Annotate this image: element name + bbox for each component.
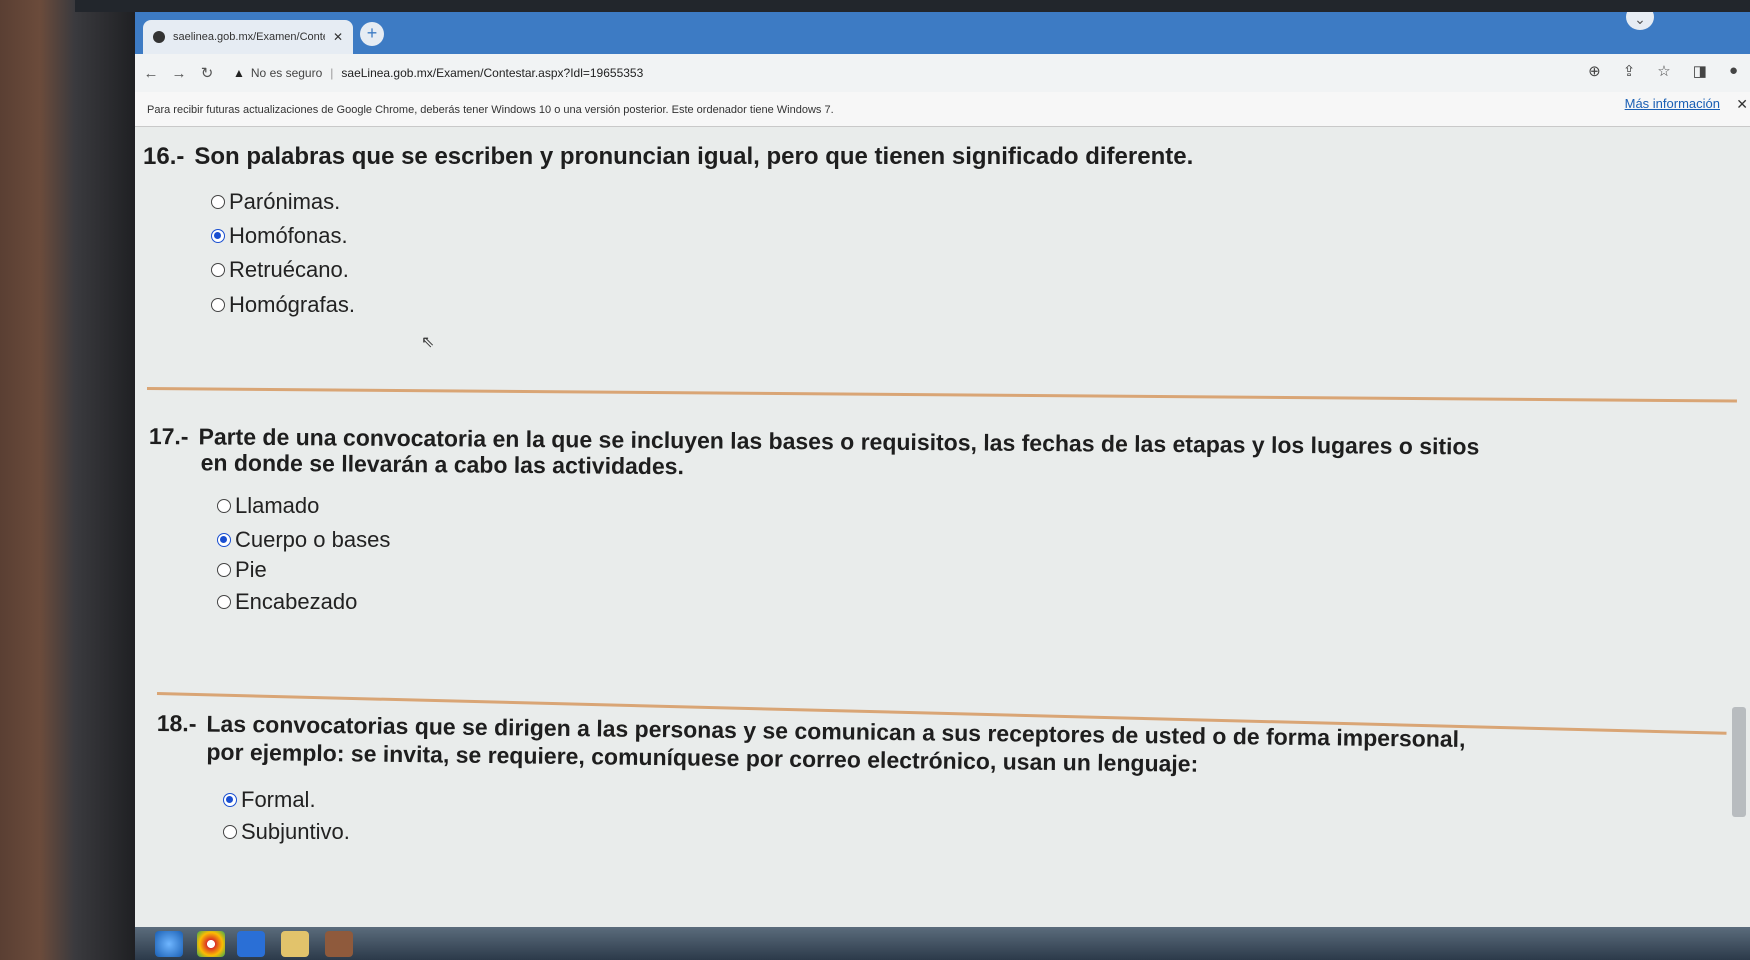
chevron-down-icon[interactable]: ⌄	[1626, 12, 1654, 30]
option-llamado[interactable]: Llamado	[217, 493, 319, 519]
question-text: Son palabras que se escriben y pronuncia…	[194, 143, 1194, 170]
insecure-label: No es seguro	[250, 66, 323, 80]
question-number: 16.-	[143, 143, 185, 170]
address-separator: |	[330, 66, 334, 80]
windows-taskbar	[135, 927, 1750, 960]
address-bar-url[interactable]: saeLinea.gob.mx/Examen/Contestar.aspx?Id…	[341, 66, 643, 80]
monitor-bezel-top	[75, 0, 1750, 12]
tab-title: saelinea.gob.mx/Examen/Conte	[173, 31, 325, 43]
option-cuerpo-o-bases[interactable]: Cuerpo o bases	[217, 527, 390, 553]
radio-button[interactable]	[211, 298, 225, 312]
question-divider	[146, 387, 1737, 403]
radio-button-selected[interactable]	[211, 229, 225, 243]
exam-page: 16.- Son palabras que se escriben y pronu…	[135, 127, 1750, 960]
reload-icon[interactable]: ↻	[195, 64, 219, 82]
option-label: Formal.	[241, 787, 316, 812]
start-icon[interactable]	[155, 931, 183, 957]
internet-explorer-icon[interactable]	[237, 931, 265, 957]
option-encabezado[interactable]: Encabezado	[217, 589, 357, 615]
star-icon[interactable]: ☆	[1657, 62, 1670, 80]
option-pie[interactable]: Pie	[217, 557, 267, 583]
folder-icon[interactable]	[281, 931, 309, 957]
arrow-right-icon[interactable]: →	[167, 65, 191, 82]
option-label: Llamado	[235, 493, 320, 518]
warning-icon: ▲	[233, 66, 245, 80]
radio-button-selected[interactable]	[223, 793, 237, 807]
chrome-icon[interactable]	[197, 931, 225, 957]
radio-button[interactable]	[223, 825, 237, 839]
browser-window: saelinea.gob.mx/Examen/Conte ✕ + ⌄ ← → ↻…	[135, 12, 1750, 960]
option-label: Homófonas.	[229, 223, 348, 248]
radio-button-selected[interactable]	[217, 533, 231, 547]
option-retruecano[interactable]: Retruécano.	[211, 257, 349, 283]
question-text-line2: en donde se llevarán a cabo las activida…	[200, 449, 684, 480]
question-number: 18.-	[156, 709, 197, 737]
option-label: Pie	[235, 557, 267, 582]
question-16-title: 16.- Son palabras que se escriben y pronu…	[143, 143, 1193, 171]
radio-button[interactable]	[217, 595, 231, 609]
arrow-left-icon[interactable]: ←	[139, 65, 163, 82]
option-paronimas[interactable]: Parónimas.	[211, 189, 340, 215]
browser-titlebar: saelinea.gob.mx/Examen/Conte ✕ + ⌄	[135, 12, 1750, 54]
plus-icon[interactable]: +	[360, 22, 384, 46]
option-subjuntivo[interactable]: Subjuntivo.	[223, 819, 350, 845]
media-icon[interactable]	[325, 931, 353, 957]
monitor-bezel-left	[0, 0, 135, 960]
option-label: Homógrafas.	[229, 292, 355, 317]
update-infobar: Para recibir futuras actualizaciones de …	[135, 92, 1750, 127]
option-label: Parónimas.	[229, 189, 341, 214]
sidebar-icon[interactable]: ◨	[1693, 62, 1707, 80]
radio-button[interactable]	[211, 195, 225, 209]
option-label: Retruécano.	[229, 257, 349, 282]
close-icon[interactable]: ✕	[1736, 96, 1748, 113]
globe-icon	[153, 31, 165, 43]
infobar-message: Para recibir futuras actualizaciones de …	[147, 104, 834, 116]
option-homofonas[interactable]: Homófonas.	[211, 223, 348, 249]
radio-button[interactable]	[211, 263, 225, 277]
infobar-more-info-link[interactable]: Más información	[1625, 96, 1720, 111]
option-label: Subjuntivo.	[241, 819, 350, 844]
browser-toolbar: ← → ↻ ▲ No es seguro | saeLinea.gob.mx/E…	[135, 54, 1750, 92]
zoom-icon[interactable]: ⊕	[1588, 62, 1601, 80]
browser-tab[interactable]: saelinea.gob.mx/Examen/Conte ✕	[143, 20, 353, 54]
mouse-cursor-icon: ⇖	[421, 334, 435, 351]
radio-button[interactable]	[217, 563, 231, 577]
option-label: Cuerpo o bases	[235, 527, 391, 552]
page-scrollbar[interactable]	[1732, 707, 1746, 817]
question-17-title: 17.- Parte de una convocatoria en la que …	[149, 423, 1480, 485]
profile-icon[interactable]: ●	[1729, 62, 1738, 80]
share-icon[interactable]: ⇪	[1623, 62, 1636, 80]
tab-close-icon[interactable]: ✕	[333, 30, 343, 44]
option-formal[interactable]: Formal.	[223, 787, 316, 813]
option-label: Encabezado	[235, 589, 358, 614]
option-homografas[interactable]: Homógrafas.	[211, 292, 355, 318]
question-number: 17.-	[148, 423, 189, 450]
security-indicator[interactable]: ▲ No es seguro	[233, 66, 322, 80]
radio-button[interactable]	[217, 499, 231, 513]
toolbar-icons: ⊕ ⇪ ☆ ◨ ●	[1588, 62, 1738, 80]
